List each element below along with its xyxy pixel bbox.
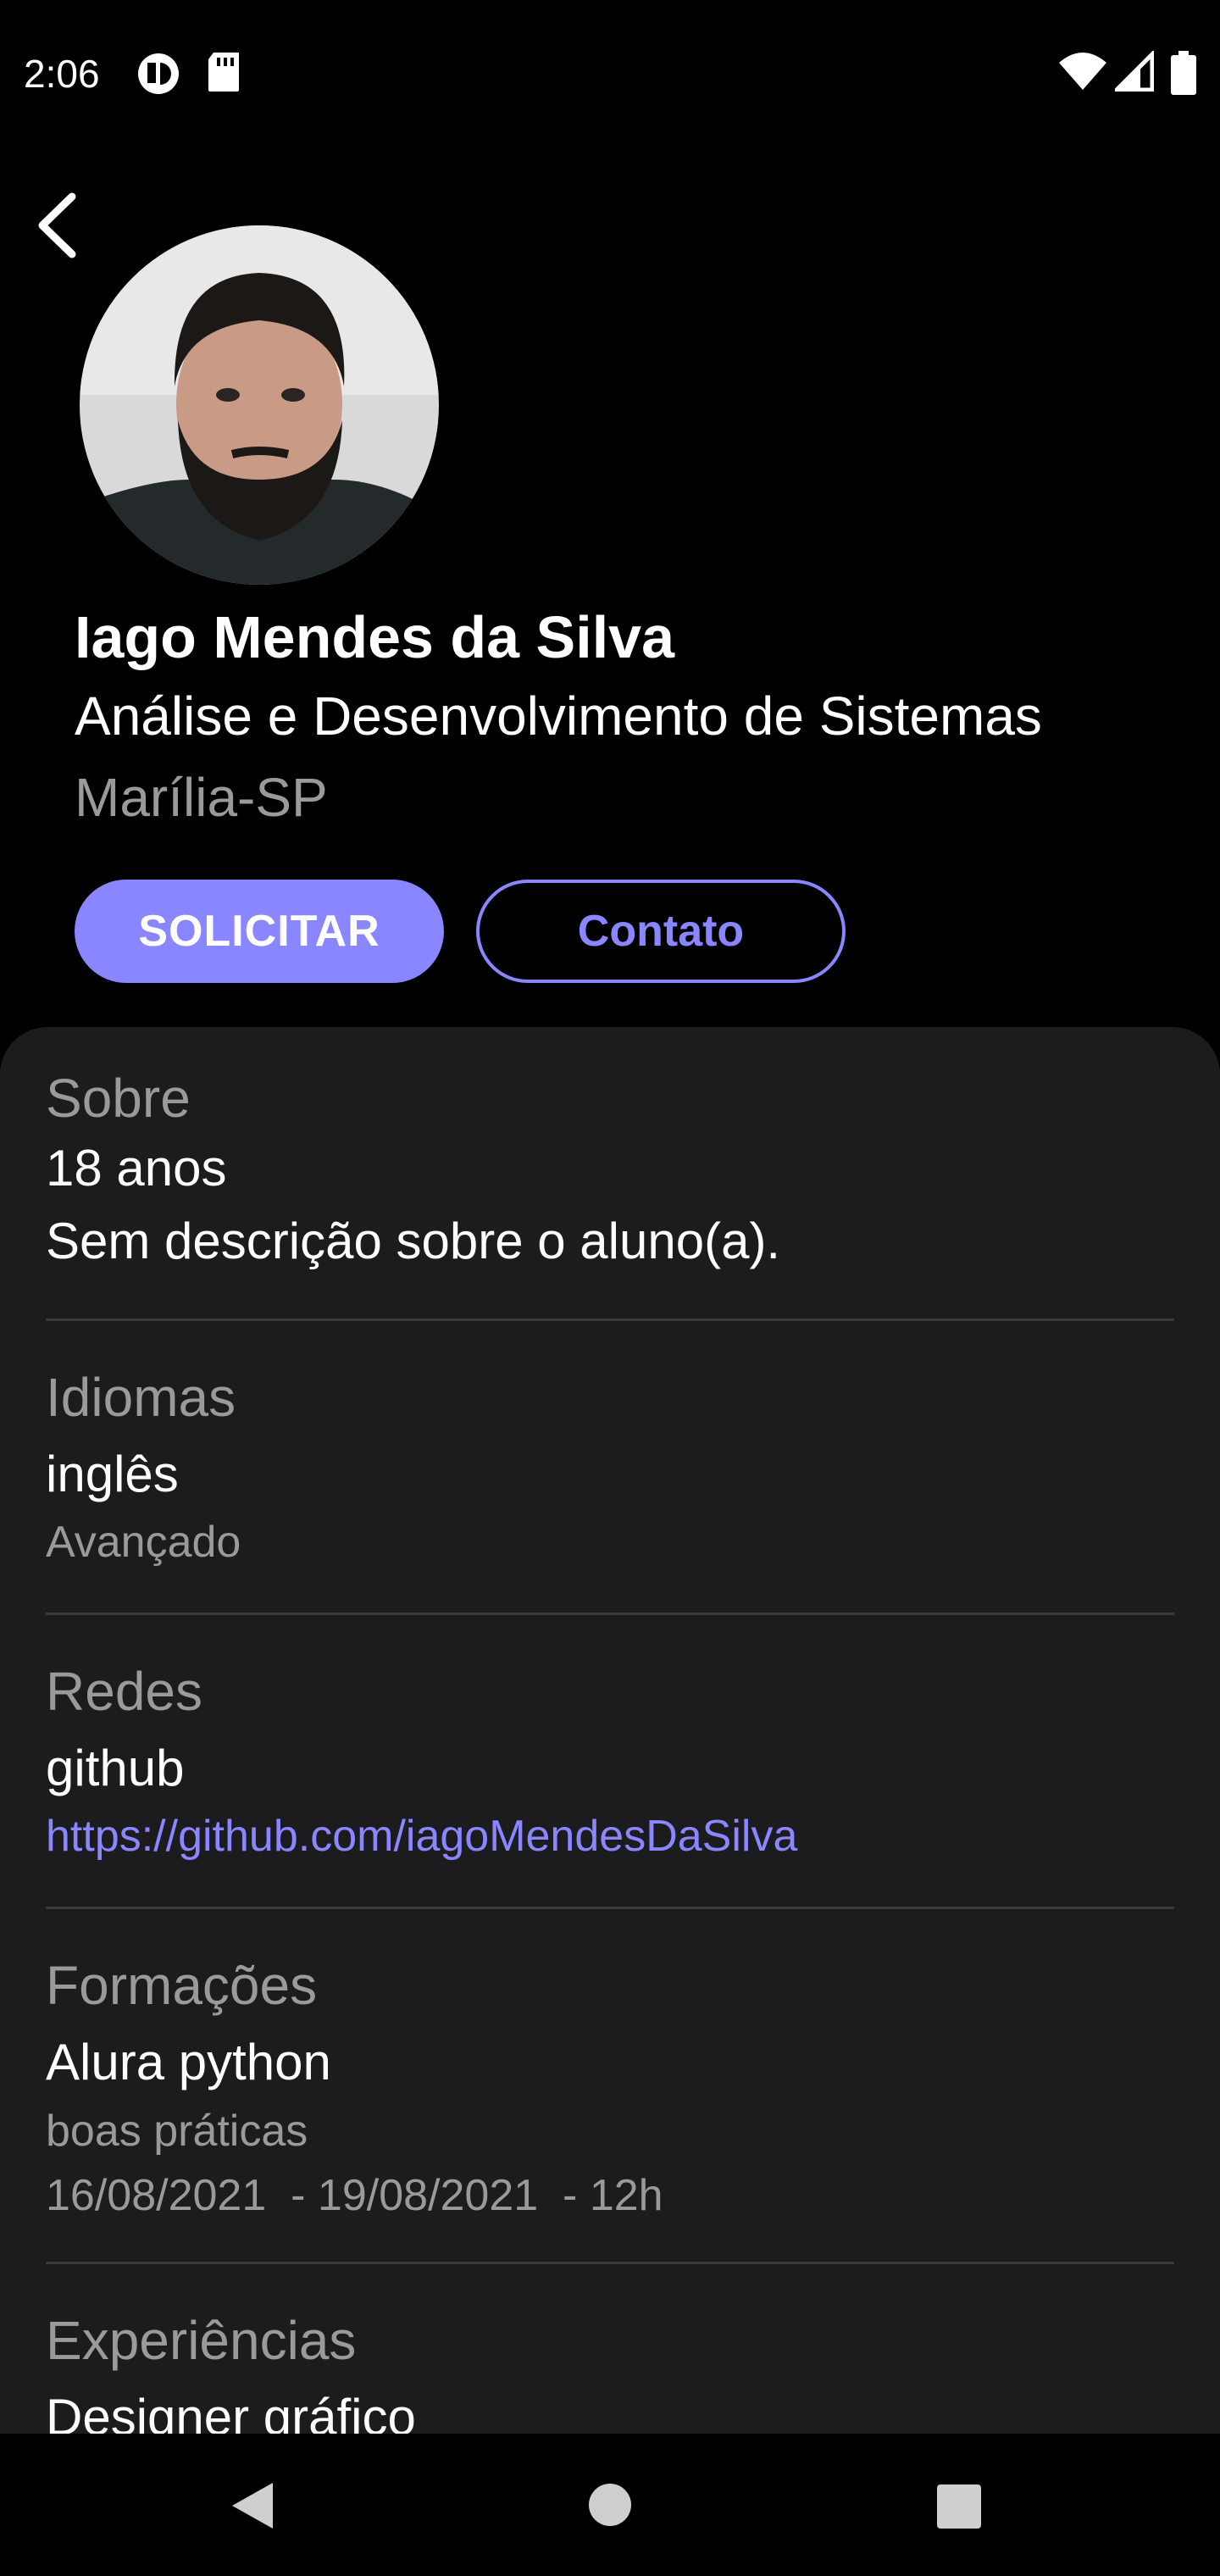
wifi-icon [1059, 51, 1106, 96]
recents-square-icon[interactable] [937, 2484, 981, 2533]
navigation-bar [0, 2434, 1220, 2576]
section-title-redes: Redes [46, 1661, 202, 1722]
status-bar: 2:06 [0, 0, 1220, 144]
section-idiomas: Idiomas inglês Avançado [46, 1321, 1174, 1615]
details-sheet[interactable]: Sobre 18 anos Sem descrição sobre o alun… [0, 1027, 1220, 2434]
chevron-left-icon [38, 192, 76, 258]
course-description: boas práticas [46, 2107, 308, 2156]
profile-city: Marília-SP [75, 767, 328, 828]
profile-course: Análise e Desenvolvimento de Sistemas [75, 686, 1042, 747]
section-title-experiencias: Experiências [46, 2310, 357, 2371]
battery-icon [1171, 51, 1196, 99]
course-name: Alura python [46, 2034, 331, 2090]
notification-app-icon [136, 51, 181, 101]
home-circle-icon[interactable] [588, 2483, 632, 2531]
network-name: github [46, 1740, 185, 1796]
status-time: 2:06 [24, 52, 100, 96]
age-text: 18 anos [46, 1140, 227, 1196]
section-title-formacoes: Formações [46, 1955, 318, 2016]
experience-role: Designer gráfico [46, 2389, 416, 2434]
signal-icon [1111, 48, 1155, 96]
language-name: inglês [46, 1446, 179, 1502]
profile-name: Iago Mendes da Silva [75, 604, 674, 670]
course-period: 16/08/2021 - 19/08/2021 - 12h [46, 2171, 663, 2220]
back-triangle-icon[interactable] [227, 2479, 280, 2536]
section-experiencias: Experiências Designer gráfico [46, 2264, 1174, 2434]
section-redes: Redes github https://github.com/iagoMend… [46, 1615, 1174, 1909]
avatar [80, 225, 439, 585]
section-sobre: Sobre 18 anos Sem descrição sobre o alun… [46, 1027, 1174, 1321]
solicitar-button[interactable]: SOLICITAR [75, 880, 444, 983]
section-formacoes: Formações Alura python boas práticas 16/… [46, 1909, 1174, 2264]
sd-card-icon [205, 51, 242, 97]
section-title-idiomas: Idiomas [46, 1367, 236, 1428]
github-link[interactable]: https://github.com/iagoMendesDaSilva [46, 1807, 1174, 1866]
section-title-sobre: Sobre [46, 1068, 191, 1129]
contato-button[interactable]: Contato [476, 880, 846, 983]
language-level: Avançado [46, 1518, 241, 1567]
description-text: Sem descrição sobre o aluno(a). [46, 1213, 781, 1269]
back-button[interactable] [25, 178, 102, 271]
